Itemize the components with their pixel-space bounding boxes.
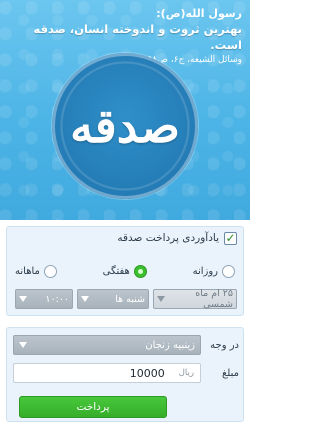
reminder-selects: ۱۰:۰۰ شنبه ها ۲۵ ام ماه شمسی	[15, 288, 237, 310]
chevron-down-icon	[19, 296, 27, 302]
radio-weekly[interactable]: هفتگی	[103, 261, 147, 281]
frequency-radio-group: روزانه هفتگی ماهانه	[7, 261, 243, 281]
date-select[interactable]: ۲۵ ام ماه شمسی	[153, 288, 237, 310]
radio-daily-icon	[222, 264, 235, 278]
reminder-checkbox[interactable]: ✓	[224, 231, 237, 245]
chevron-down-icon	[157, 296, 165, 302]
chevron-down-icon	[81, 296, 89, 302]
reminder-header[interactable]: ✓ یادآوردی پرداخت صدقه	[7, 227, 243, 249]
radio-daily[interactable]: روزانه	[193, 261, 235, 281]
radio-monthly-label: ماهانه	[15, 265, 40, 277]
reminder-panel: ✓ یادآوردی پرداخت صدقه روزانه هفتگی ماها…	[6, 226, 244, 316]
target-row: در وجه زینبیه زنجان	[13, 334, 239, 356]
date-select-value: ۲۵ ام ماه شمسی	[195, 288, 233, 310]
target-dropdown[interactable]: زینبیه زنجان	[13, 335, 201, 355]
weekday-select[interactable]: شنبه ها	[77, 289, 149, 309]
quote-author: رسول الله(ص):	[156, 7, 242, 20]
radio-monthly[interactable]: ماهانه	[15, 261, 57, 281]
amount-input[interactable]: ریال 10000	[13, 363, 201, 383]
sadaqa-medallion: صدقه	[52, 53, 198, 199]
time-select[interactable]: ۱۰:۰۰	[15, 289, 73, 309]
currency-label: ریال	[178, 368, 194, 378]
radio-monthly-icon	[43, 264, 57, 278]
target-label: در وجه	[210, 339, 239, 351]
amount-label: مبلغ	[221, 367, 239, 379]
quote-text: بهترین ثروت و اندوخته انسان، صدقه است.	[33, 22, 243, 52]
radio-daily-label: روزانه	[192, 265, 218, 277]
pay-button[interactable]: پرداخت	[19, 396, 167, 418]
radio-weekly-label: هفتگی	[102, 265, 130, 277]
time-select-value: ۱۰:۰۰	[45, 293, 69, 305]
payment-panel: در وجه زینبیه زنجان مبلغ ریال 10000 پردا…	[6, 327, 244, 422]
amount-value: 10000	[129, 366, 165, 380]
chevron-down-icon	[19, 342, 27, 348]
target-value: زینبیه زنجان	[145, 339, 195, 351]
amount-row: مبلغ ریال 10000	[13, 362, 239, 384]
medallion-word: صدقه	[70, 99, 180, 153]
hero-banner: رسول الله(ص): بهترین ثروت و اندوخته انسا…	[0, 0, 250, 220]
checkmark-icon: ✓	[225, 231, 236, 245]
radio-weekly-icon	[133, 264, 147, 278]
weekday-select-value: شنبه ها	[115, 293, 145, 305]
reminder-title: یادآوردی پرداخت صدقه	[117, 232, 219, 244]
